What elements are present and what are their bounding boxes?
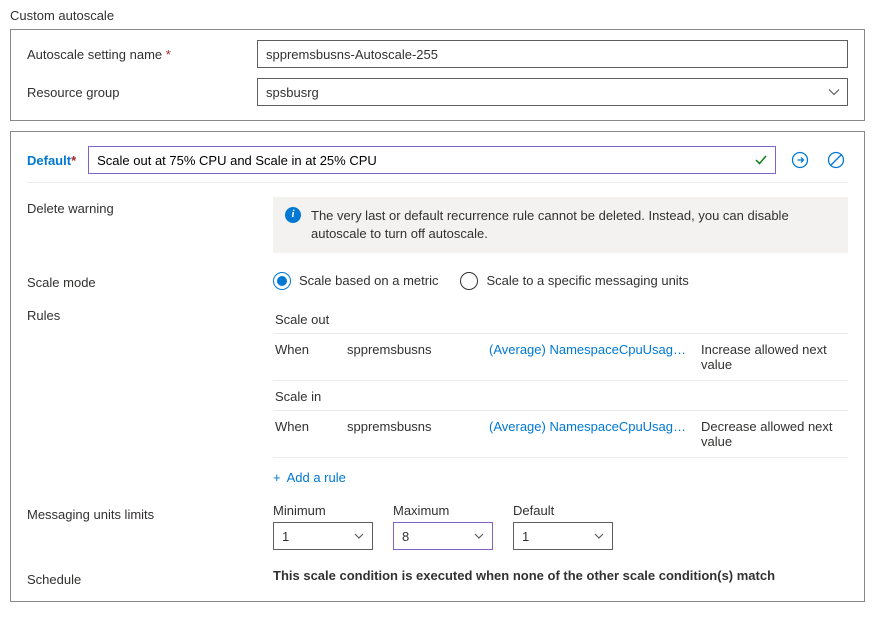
limits-label: Messaging units limits <box>27 503 273 522</box>
autoscale-name-label: Autoscale setting name * <box>27 47 257 62</box>
default-condition-box: Default* Delete warning i The very last … <box>10 131 865 602</box>
maximum-select[interactable]: 8 <box>393 522 493 550</box>
autoscale-name-input[interactable] <box>257 40 848 68</box>
settings-box: Autoscale setting name * Resource group <box>10 29 865 121</box>
minimum-label: Minimum <box>273 503 373 518</box>
scale-mode-specific-radio[interactable]: Scale to a specific messaging units <box>460 272 688 290</box>
table-row[interactable]: When sppremsbusns (Average) NamespaceCpu… <box>273 334 848 381</box>
default-label: Default* <box>27 153 76 168</box>
rule-metric-link[interactable]: (Average) NamespaceCpuUsag… <box>489 342 689 372</box>
schedule-label: Schedule <box>27 568 273 587</box>
resource-group-label: Resource group <box>27 85 257 100</box>
chevron-down-icon <box>594 531 604 541</box>
resource-group-select[interactable] <box>257 78 848 106</box>
table-row[interactable]: When sppremsbusns (Average) NamespaceCpu… <box>273 411 848 458</box>
schedule-text: This scale condition is executed when no… <box>273 568 848 583</box>
add-rule-button[interactable]: + Add a rule <box>273 470 346 485</box>
rule-metric-link[interactable]: (Average) NamespaceCpuUsag… <box>489 419 689 449</box>
rule-resource: sppremsbusns <box>347 419 477 449</box>
chevron-down-icon <box>474 531 484 541</box>
rule-resource: sppremsbusns <box>347 342 477 372</box>
radio-icon <box>460 272 478 290</box>
maximum-label: Maximum <box>393 503 493 518</box>
rule-action: Decrease allowed next value <box>701 419 846 449</box>
scale-out-header: Scale out <box>273 304 848 334</box>
scale-mode-metric-label: Scale based on a metric <box>299 273 438 288</box>
rule-when: When <box>275 419 335 449</box>
cancel-button[interactable] <box>824 148 848 172</box>
default-select[interactable]: 1 <box>513 522 613 550</box>
page-title: Custom autoscale <box>10 8 865 23</box>
rule-action: Increase allowed next value <box>701 342 846 372</box>
rules-label: Rules <box>27 304 273 323</box>
chevron-down-icon <box>354 531 364 541</box>
scale-mode-metric-radio[interactable]: Scale based on a metric <box>273 272 438 290</box>
plus-icon: + <box>273 470 281 485</box>
scale-mode-specific-label: Scale to a specific messaging units <box>486 273 688 288</box>
check-icon <box>754 153 768 167</box>
delete-warning-text: The very last or default recurrence rule… <box>311 207 836 243</box>
scale-in-header: Scale in <box>273 381 848 411</box>
info-icon: i <box>285 207 301 223</box>
delete-warning-label: Delete warning <box>27 197 273 216</box>
confirm-button[interactable] <box>788 148 812 172</box>
minimum-select[interactable]: 1 <box>273 522 373 550</box>
default-limit-label: Default <box>513 503 613 518</box>
radio-icon <box>273 272 291 290</box>
rule-when: When <box>275 342 335 372</box>
scale-mode-label: Scale mode <box>27 271 273 290</box>
delete-warning-banner: i The very last or default recurrence ru… <box>273 197 848 253</box>
condition-name-input[interactable] <box>88 146 776 174</box>
